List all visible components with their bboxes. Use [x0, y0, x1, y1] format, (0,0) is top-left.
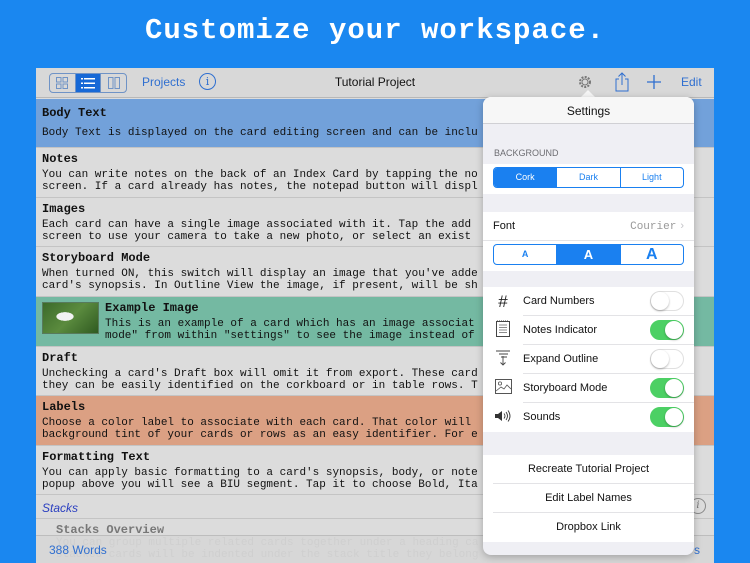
font-size-small[interactable]: A	[494, 245, 558, 264]
bottom-right-button[interactable]: s	[694, 543, 700, 557]
expand-outline-switch[interactable]	[650, 349, 684, 369]
project-title: Tutorial Project	[334, 75, 416, 89]
image-icon	[483, 379, 523, 398]
background-option-cork[interactable]: Cork	[494, 168, 558, 187]
background-option-light[interactable]: Light	[621, 168, 683, 187]
toggle-row-card-numbers: # Card Numbers	[483, 287, 694, 316]
hash-icon: #	[498, 291, 508, 311]
promo-headline: Customize your workspace.	[144, 14, 606, 47]
toggle-row-notes-indicator: Notes Indicator	[483, 316, 694, 345]
font-size-segmented-control: A A A	[493, 244, 684, 265]
gear-icon[interactable]	[578, 75, 592, 89]
columns-icon	[107, 77, 120, 89]
expand-outline-icon	[483, 350, 523, 370]
word-count: 388 Words	[49, 543, 107, 557]
font-value: Courier	[630, 220, 677, 233]
font-row[interactable]: Font Courier ›	[483, 212, 694, 241]
dropbox-link-button[interactable]: Dropbox Link	[483, 513, 694, 542]
notepad-icon	[483, 320, 523, 341]
storyboard-mode-switch[interactable]	[650, 378, 684, 398]
view-mode-segmented-control	[49, 73, 127, 93]
info-button[interactable]: i	[199, 73, 216, 90]
chevron-right-icon: ›	[680, 219, 684, 232]
stack-title: Stacks	[42, 501, 79, 515]
settings-popover: Settings BACKGROUND Cork Dark Light Font…	[483, 97, 694, 555]
edit-label-names-button[interactable]: Edit Label Names	[483, 484, 694, 513]
background-segmented-control: Cork Dark Light	[493, 167, 684, 188]
notes-indicator-switch[interactable]	[650, 320, 684, 340]
card-image-thumbnail	[42, 302, 99, 334]
toggle-row-expand-outline: Expand Outline	[483, 345, 694, 374]
toggle-row-storyboard-mode: Storyboard Mode	[483, 374, 694, 403]
list-view-button[interactable]	[75, 74, 102, 92]
toggle-row-sounds: Sounds	[483, 403, 694, 432]
settings-title: Settings	[483, 97, 694, 124]
projects-button[interactable]: Projects	[142, 75, 185, 89]
add-icon[interactable]	[647, 75, 661, 89]
list-icon	[81, 77, 95, 88]
settings-toggles: # Card Numbers Notes Indicator Expand Ou…	[483, 287, 694, 432]
card-numbers-switch[interactable]	[650, 291, 684, 311]
font-label: Font	[493, 220, 516, 232]
grid-icon	[56, 77, 69, 89]
speaker-icon	[483, 409, 523, 426]
font-size-large[interactable]: A	[621, 245, 683, 264]
background-option-dark[interactable]: Dark	[557, 168, 621, 187]
grid-view-button[interactable]	[50, 74, 76, 92]
font-size-medium[interactable]: A	[557, 245, 621, 264]
settings-actions: Recreate Tutorial Project Edit Label Nam…	[483, 455, 694, 542]
share-icon[interactable]	[615, 72, 629, 92]
edit-button[interactable]: Edit	[681, 75, 702, 89]
sounds-switch[interactable]	[650, 407, 684, 427]
background-section-label: BACKGROUND	[494, 148, 559, 158]
recreate-tutorial-project-button[interactable]: Recreate Tutorial Project	[483, 455, 694, 484]
navigation-bar: Projects i Tutorial Project Edit	[36, 68, 714, 98]
column-view-button[interactable]	[101, 74, 126, 92]
